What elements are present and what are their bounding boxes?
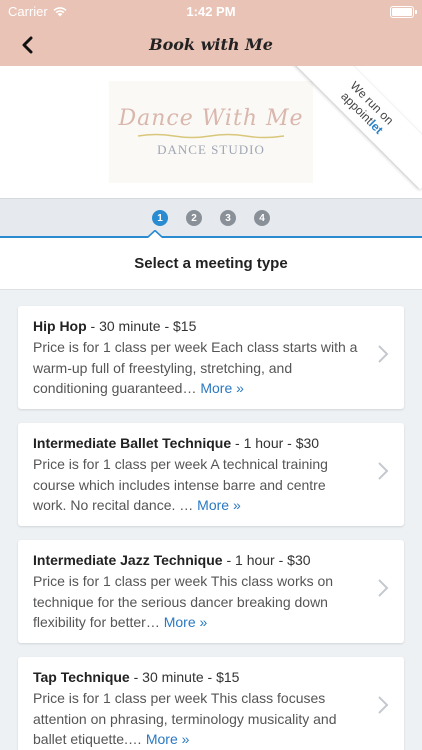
studio-header: Dance With Me DANCE STUDIO We run on app… xyxy=(0,66,422,198)
description-text: Price is for 1 class per week Each class… xyxy=(33,339,358,396)
status-bar: Carrier 1:42 PM xyxy=(0,0,422,24)
navigation-bar: Book with Me xyxy=(0,24,422,66)
meeting-type-heading: Hip Hop - 30 minute - $15 xyxy=(33,316,362,336)
booking-stepper: 1 2 3 4 xyxy=(0,198,422,238)
meeting-type-name: Hip Hop xyxy=(33,318,87,334)
meeting-type-card-jazz[interactable]: Intermediate Jazz Technique - 1 hour - $… xyxy=(18,540,404,643)
meeting-type-list: Hip Hop - 30 minute - $15 Price is for 1… xyxy=(0,290,422,750)
chevron-right-icon xyxy=(378,345,389,363)
meeting-type-name: Intermediate Jazz Technique xyxy=(33,552,223,568)
status-time: 1:42 PM xyxy=(186,4,236,19)
meeting-type-meta: - 1 hour - $30 xyxy=(231,435,320,451)
logo-studio-text: DANCE STUDIO xyxy=(157,142,265,157)
meeting-type-meta: - 30 minute - $15 xyxy=(129,669,240,685)
step-3: 3 xyxy=(220,210,236,226)
logo-flourish xyxy=(137,133,285,139)
section-title: Select a meeting type xyxy=(0,238,422,290)
logo-script-text: Dance With Me xyxy=(118,106,304,131)
more-link[interactable]: More » xyxy=(197,497,241,513)
more-link[interactable]: More » xyxy=(200,380,244,396)
step-2: 2 xyxy=(186,210,202,226)
meeting-type-meta: - 1 hour - $30 xyxy=(222,552,311,568)
active-step-indicator xyxy=(148,230,162,238)
battery-icon xyxy=(390,6,417,18)
studio-logo: Dance With Me DANCE STUDIO xyxy=(109,81,313,183)
meeting-type-card-tap[interactable]: Tap Technique - 30 minute - $15 Price is… xyxy=(18,657,404,750)
meeting-type-heading: Intermediate Jazz Technique - 1 hour - $… xyxy=(33,550,362,570)
meeting-type-description: Price is for 1 class per week Each class… xyxy=(33,337,362,399)
meeting-type-description: Price is for 1 class per week This class… xyxy=(33,688,362,750)
meeting-type-description: Price is for 1 class per week A technica… xyxy=(33,454,362,516)
meeting-type-heading: Tap Technique - 30 minute - $15 xyxy=(33,667,362,687)
meeting-type-card-hip-hop[interactable]: Hip Hop - 30 minute - $15 Price is for 1… xyxy=(18,306,404,409)
more-link[interactable]: More » xyxy=(146,731,190,747)
meeting-type-card-ballet[interactable]: Intermediate Ballet Technique - 1 hour -… xyxy=(18,423,404,526)
chevron-right-icon xyxy=(378,696,389,714)
meeting-type-name: Tap Technique xyxy=(33,669,130,685)
chevron-right-icon xyxy=(378,579,389,597)
description-text: Price is for 1 class per week A technica… xyxy=(33,456,328,513)
step-1: 1 xyxy=(152,210,168,226)
chevron-right-icon xyxy=(378,462,389,480)
meeting-type-meta: - 30 minute - $15 xyxy=(86,318,197,334)
step-4: 4 xyxy=(254,210,270,226)
meeting-type-description: Price is for 1 class per week This class… xyxy=(33,571,362,633)
more-link[interactable]: More » xyxy=(164,614,208,630)
meeting-type-heading: Intermediate Ballet Technique - 1 hour -… xyxy=(33,433,362,453)
meeting-type-name: Intermediate Ballet Technique xyxy=(33,435,232,451)
page-title: Book with Me xyxy=(149,35,273,54)
